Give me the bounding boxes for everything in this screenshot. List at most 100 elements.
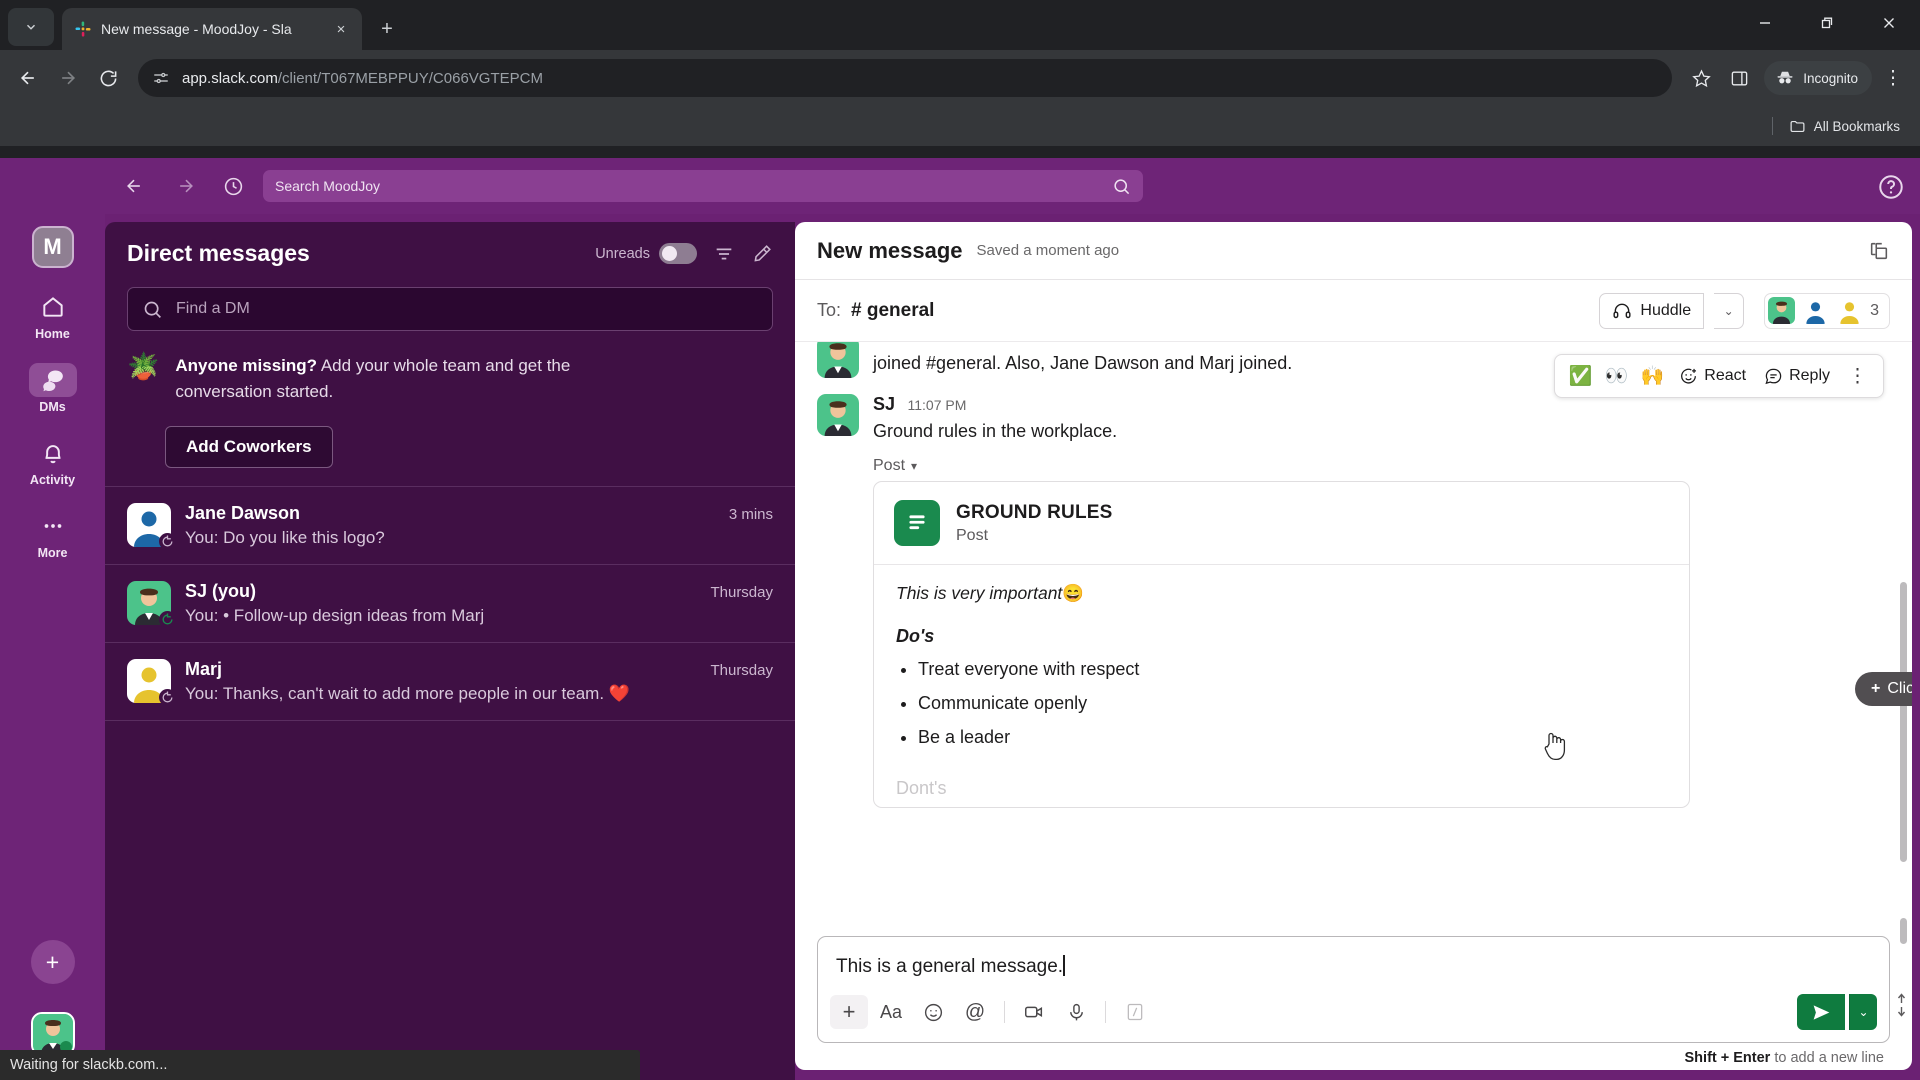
dm-name: SJ (you) (185, 580, 257, 601)
dm-sidebar: Direct messages Unreads Find a DM 🪴 Anyo… (105, 222, 795, 1080)
back-button[interactable] (10, 60, 46, 96)
plus-icon[interactable]: + (830, 995, 868, 1029)
huddle-label: Huddle (1640, 301, 1692, 319)
clock-icon[interactable] (209, 176, 257, 197)
message-author[interactable]: SJ (873, 394, 895, 414)
tooltip-label: Click to expand inline (1887, 680, 1912, 697)
address-bar[interactable]: app.slack.com/client/T067MEBPPUY/C066VGT… (138, 59, 1673, 97)
rail-item-dms[interactable]: DMs (17, 363, 89, 414)
maximize-icon[interactable] (1796, 0, 1858, 46)
emoji-icon[interactable] (914, 995, 952, 1029)
workspace-badge[interactable]: M (31, 226, 74, 268)
list-item[interactable]: Jane Dawson 3 mins You: Do you like this… (105, 487, 795, 565)
huddle-caret-icon[interactable]: ⌄ (1714, 292, 1745, 329)
toggle-switch[interactable] (659, 243, 697, 264)
tab-search-button[interactable] (8, 8, 54, 46)
new-tab-button[interactable]: + (370, 12, 404, 46)
message-panel: New message Saved a moment ago To: # gen… (795, 222, 1912, 1070)
message-list[interactable]: joined #general. Also, Jane Dawson and M… (795, 342, 1912, 930)
url-host: app.slack.com (182, 69, 278, 87)
message-input[interactable]: This is a general message. (818, 937, 1889, 988)
post-chip-label: Post (873, 457, 906, 474)
slack-back-button[interactable] (105, 176, 163, 196)
huddle-button[interactable]: Huddle (1599, 292, 1705, 329)
format-text-icon[interactable]: Aa (872, 995, 910, 1029)
composer-scroll-indicator[interactable] (1900, 918, 1907, 944)
slash-command-icon[interactable] (1116, 995, 1154, 1029)
rail-label-more: More (37, 546, 68, 560)
presence-icon (159, 688, 176, 706)
rail-item-more[interactable]: More (17, 509, 89, 560)
browser-status-bar: Waiting for slackb.com... (0, 1050, 640, 1080)
incognito-indicator[interactable]: Incognito (1764, 61, 1872, 95)
post-type-chip[interactable]: Post ▾ (873, 457, 917, 475)
slack-body: M Home DMs Activity More + Direct messag… (0, 214, 1920, 1080)
video-icon[interactable] (1015, 995, 1053, 1029)
search-input[interactable]: Search MoodJoy (263, 170, 1143, 202)
member-avatars[interactable]: 3 (1764, 292, 1890, 329)
add-coworkers-promo: 🪴 Anyone missing? Add your whole team an… (105, 331, 795, 410)
page-title: New message (817, 237, 963, 263)
bookmark-star-icon[interactable] (1684, 61, 1718, 95)
composer-toolbar: + Aa @ ⌄ (818, 988, 1889, 1042)
status-text: Waiting for slackb.com... (10, 1057, 168, 1073)
close-window-icon[interactable] (1858, 0, 1920, 46)
rail-label-activity: Activity (29, 473, 76, 487)
rail-item-activity[interactable]: Activity (17, 436, 89, 487)
list-item[interactable]: SJ (you) Thursday You: • Follow-up desig… (105, 565, 795, 643)
unreads-toggle[interactable]: Unreads (595, 243, 697, 264)
message-composer[interactable]: This is a general message. + Aa @ ⌄ (817, 936, 1890, 1043)
send-options-caret-icon[interactable]: ⌄ (1849, 994, 1877, 1030)
browser-toolbar: app.slack.com/client/T067MEBPPUY/C066VGT… (0, 50, 1920, 106)
open-in-new-icon[interactable] (1868, 240, 1890, 262)
message-hover-toolbar[interactable]: ✅ 👀 🙌 React Reply ⋮ (1554, 354, 1884, 398)
close-icon[interactable]: × (330, 18, 352, 40)
hint-bold: Shift + Enter (1684, 1050, 1771, 1066)
filter-icon[interactable] (713, 243, 735, 265)
presence-icon (159, 610, 176, 628)
card-title: GROUND RULES (956, 501, 1113, 523)
browser-menu-icon[interactable]: ⋮ (1876, 61, 1910, 95)
dm-preview: You: Do you like this logo? (185, 527, 385, 547)
rail-item-home[interactable]: Home (17, 290, 89, 341)
search-icon (142, 299, 163, 320)
site-settings-icon[interactable] (152, 69, 170, 87)
divider (1004, 1001, 1005, 1023)
send-button[interactable] (1797, 994, 1845, 1030)
dm-name: Jane Dawson (185, 502, 301, 523)
reaction-check-icon[interactable]: ✅ (1565, 364, 1595, 388)
help-circle-icon[interactable] (1876, 172, 1906, 202)
mention-icon[interactable]: @ (956, 995, 994, 1029)
card-body: This is very important😄 Do's Treat every… (874, 565, 1689, 748)
slack-top-bar: Search MoodJoy (0, 158, 1920, 214)
reaction-eyes-icon[interactable]: 👀 (1601, 364, 1631, 388)
add-coworkers-button[interactable]: Add Coworkers (165, 425, 333, 468)
browser-window: New message - MoodJoy - Sla × + app.slac… (0, 0, 1920, 1080)
incognito-label: Incognito (1803, 70, 1858, 86)
forward-button[interactable] (50, 60, 86, 96)
tab-strip: New message - MoodJoy - Sla × + (0, 0, 1920, 50)
list-item[interactable]: Marj Thursday You: Thanks, can't wait to… (105, 643, 795, 721)
more-actions-icon[interactable]: ⋮ (1842, 365, 1873, 388)
microphone-icon[interactable] (1057, 995, 1095, 1029)
composer-resize-handle[interactable] (1895, 992, 1908, 1018)
message-timestamp: 11:07 PM (907, 397, 967, 413)
message-scrollbar[interactable] (1900, 582, 1907, 862)
recipient-channel[interactable]: # general (851, 300, 934, 322)
find-dm-input[interactable]: Find a DM (127, 287, 773, 331)
slack-forward-button[interactable] (163, 176, 209, 196)
create-new-button[interactable]: + (30, 940, 75, 984)
url-path: /client/T067MEBPPUY/C066VGTEPCM (277, 69, 543, 87)
bookmarks-bar: All Bookmarks (0, 106, 1920, 146)
compose-icon[interactable] (751, 243, 773, 265)
browser-tab[interactable]: New message - MoodJoy - Sla × (62, 8, 362, 50)
reload-button[interactable] (90, 60, 126, 96)
reply-button[interactable]: Reply (1758, 367, 1836, 386)
all-bookmarks-button[interactable]: All Bookmarks (1783, 114, 1906, 139)
card-section-dos: Do's (896, 626, 935, 646)
side-panel-icon[interactable] (1722, 61, 1756, 95)
unreads-label: Unreads (595, 245, 650, 262)
minimize-icon[interactable] (1734, 0, 1796, 46)
react-button[interactable]: React (1673, 367, 1752, 386)
reaction-raised-hands-icon[interactable]: 🙌 (1637, 364, 1667, 388)
